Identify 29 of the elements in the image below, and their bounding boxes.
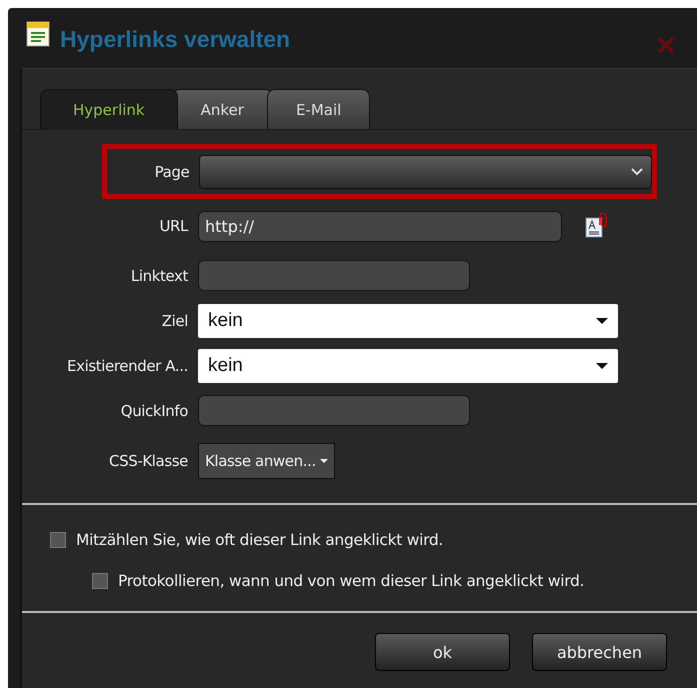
tab[interactable]: E-Mail: [266, 89, 370, 129]
class-dropdown[interactable]: Klasse anwen...: [198, 443, 335, 479]
document-attachment-icon: [584, 213, 610, 239]
page-dropdown[interactable]: [199, 154, 652, 188]
input-field[interactable]: [198, 395, 470, 426]
window-icon: [26, 21, 50, 47]
dropdown-arrow-icon: [596, 318, 608, 324]
field-label: Page: [154, 162, 190, 180]
checkbox[interactable]: [92, 572, 108, 588]
dropdown-arrow-icon: [596, 362, 608, 368]
checkbox-label: Protokollieren, wann und von wem dieser Link angeklickt wird.: [118, 572, 584, 590]
field-label: Linktext: [130, 266, 188, 284]
tab[interactable]: Hyperlink: [40, 89, 178, 129]
cancel-button[interactable]: abbrechen: [532, 633, 667, 671]
field-label: Existierender A...: [66, 356, 188, 374]
checkbox-label: Mitzählen Sie, wie oft dieser Link angeklickt wird.: [76, 530, 444, 548]
field-label: QuickInfo: [120, 402, 188, 420]
input-field[interactable]: [198, 260, 470, 291]
dropdown-arrow-icon: [320, 459, 328, 463]
url-field[interactable]: http://: [198, 210, 562, 242]
checkbox[interactable]: [50, 532, 66, 548]
ok-button[interactable]: ok: [375, 633, 510, 671]
field-label: URL: [158, 217, 188, 235]
dropdown[interactable]: kein: [198, 348, 618, 382]
field-label: Ziel: [160, 312, 188, 330]
window-title: Hyperlinks verwalten: [60, 25, 290, 54]
field-label: CSS-Klasse: [108, 452, 188, 470]
dropdown[interactable]: kein: [198, 304, 618, 338]
chevron-down-icon: [631, 168, 643, 176]
